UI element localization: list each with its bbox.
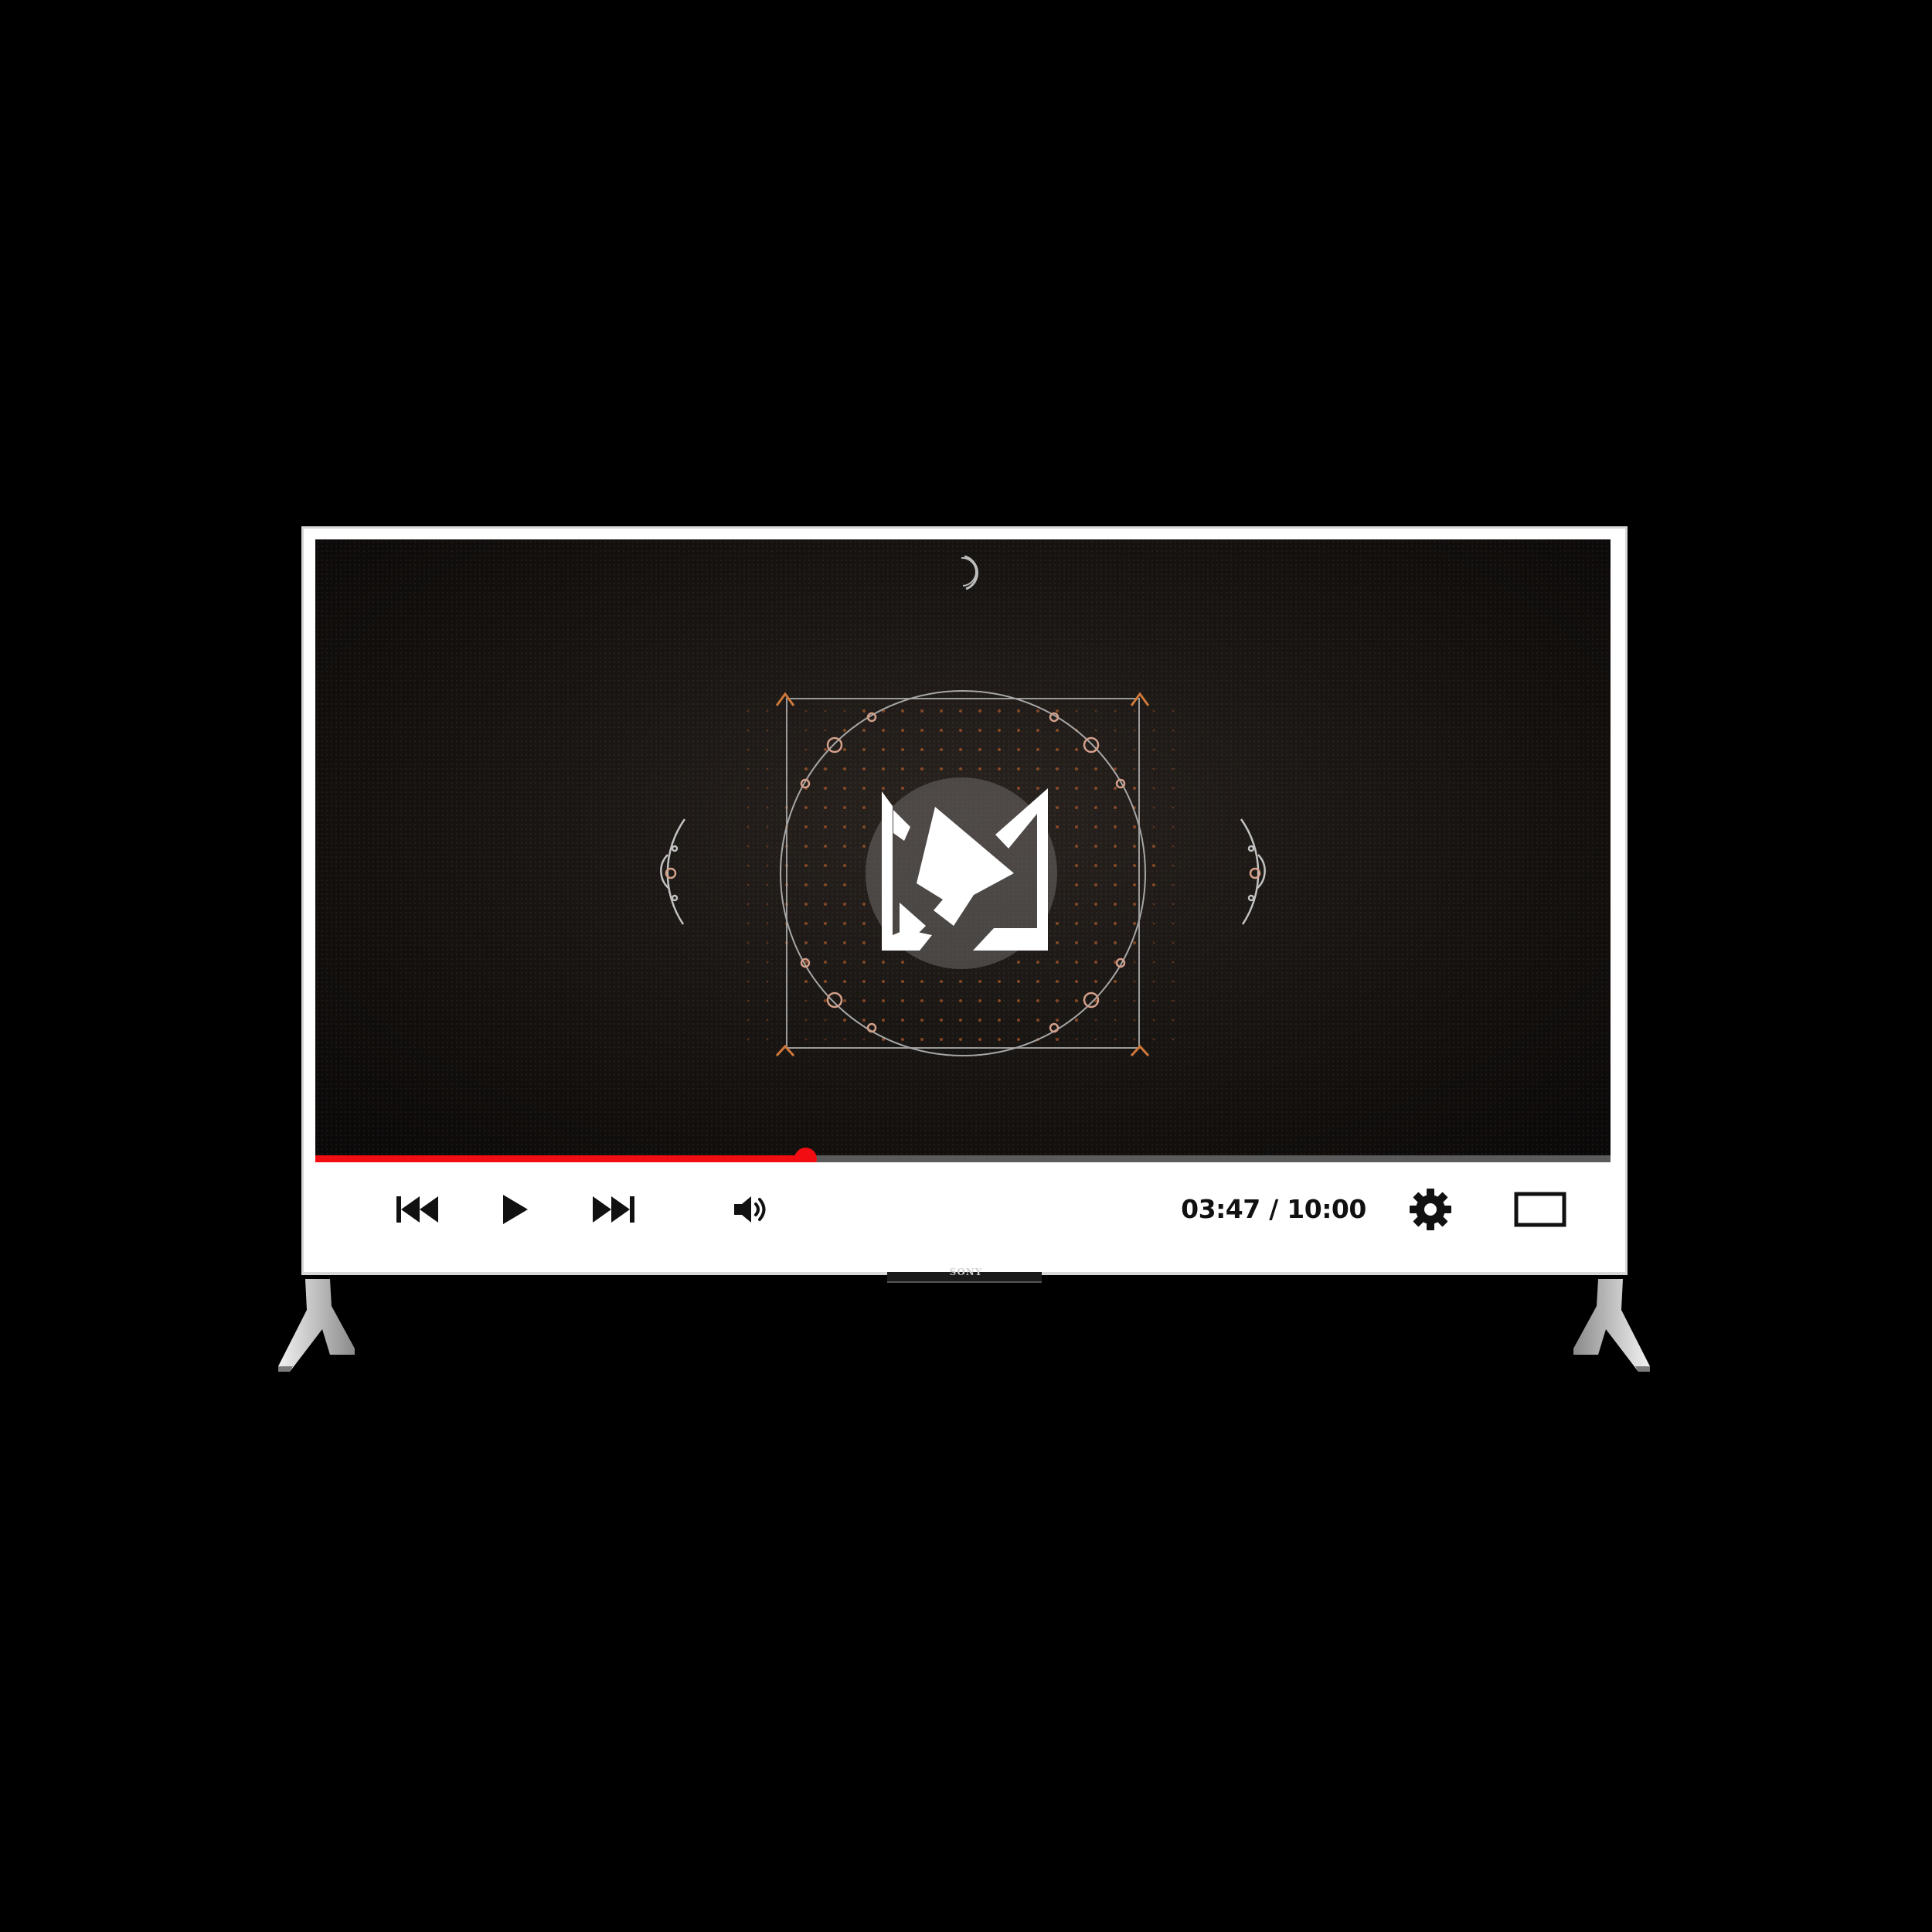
tv-screen: 03:47 / 10:00 [315, 539, 1611, 1258]
tv-stand-right-leg [1573, 1279, 1650, 1372]
progress-bar[interactable] [315, 1148, 1611, 1170]
scene: SONY 03:47 / 10:00 [0, 0, 1932, 1932]
play-button[interactable] [495, 1189, 536, 1230]
gear-icon [1410, 1189, 1451, 1230]
theater-mode-button[interactable] [1512, 1190, 1569, 1229]
total-duration: 10:00 [1287, 1194, 1366, 1224]
volume-button[interactable] [726, 1190, 776, 1229]
next-button[interactable] [589, 1189, 638, 1230]
settings-button[interactable] [1406, 1187, 1454, 1232]
skip-next-icon [593, 1196, 634, 1223]
play-icon [503, 1195, 528, 1224]
previous-button[interactable] [393, 1189, 442, 1230]
tv-stand-left-leg [278, 1279, 355, 1372]
progress-bar-fill [315, 1155, 806, 1162]
skip-previous-icon [396, 1196, 438, 1223]
player-control-bar: 03:47 / 10:00 [315, 1162, 1611, 1258]
current-time: 03:47 [1181, 1194, 1260, 1224]
volume-icon [734, 1196, 766, 1223]
time-separator: / [1269, 1194, 1278, 1224]
theater-mode-icon [1514, 1192, 1566, 1227]
video-frame-artwork [660, 555, 1266, 1057]
brand-logo: SONY [949, 1267, 983, 1277]
time-display: 03:47 / 10:00 [1181, 1190, 1366, 1229]
video-viewport[interactable] [315, 539, 1611, 1159]
